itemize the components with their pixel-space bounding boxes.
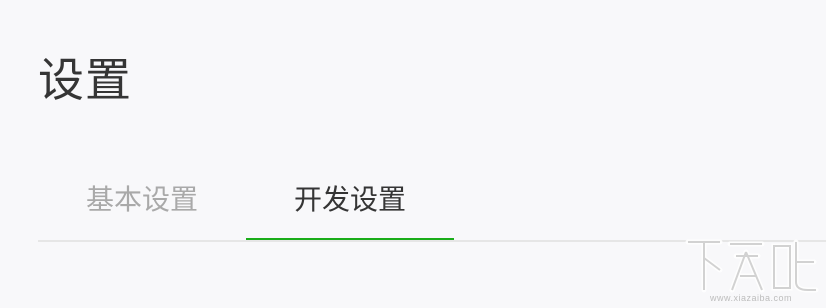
tab-developer-settings[interactable]: 开发设置 [246, 168, 454, 242]
tab-developer-settings-label: 开发设置 [293, 183, 406, 216]
settings-tab-bar: 基本设置 开发设置 [38, 168, 826, 242]
svg-text:www.xiazaiba.com: www.xiazaiba.com [709, 293, 792, 303]
tab-basic-settings-label: 基本设置 [85, 183, 198, 216]
page-title: 设置 [38, 53, 132, 107]
tab-basic-settings[interactable]: 基本设置 [38, 168, 246, 242]
watermark-logo: www.xiazaiba.com [685, 239, 819, 303]
